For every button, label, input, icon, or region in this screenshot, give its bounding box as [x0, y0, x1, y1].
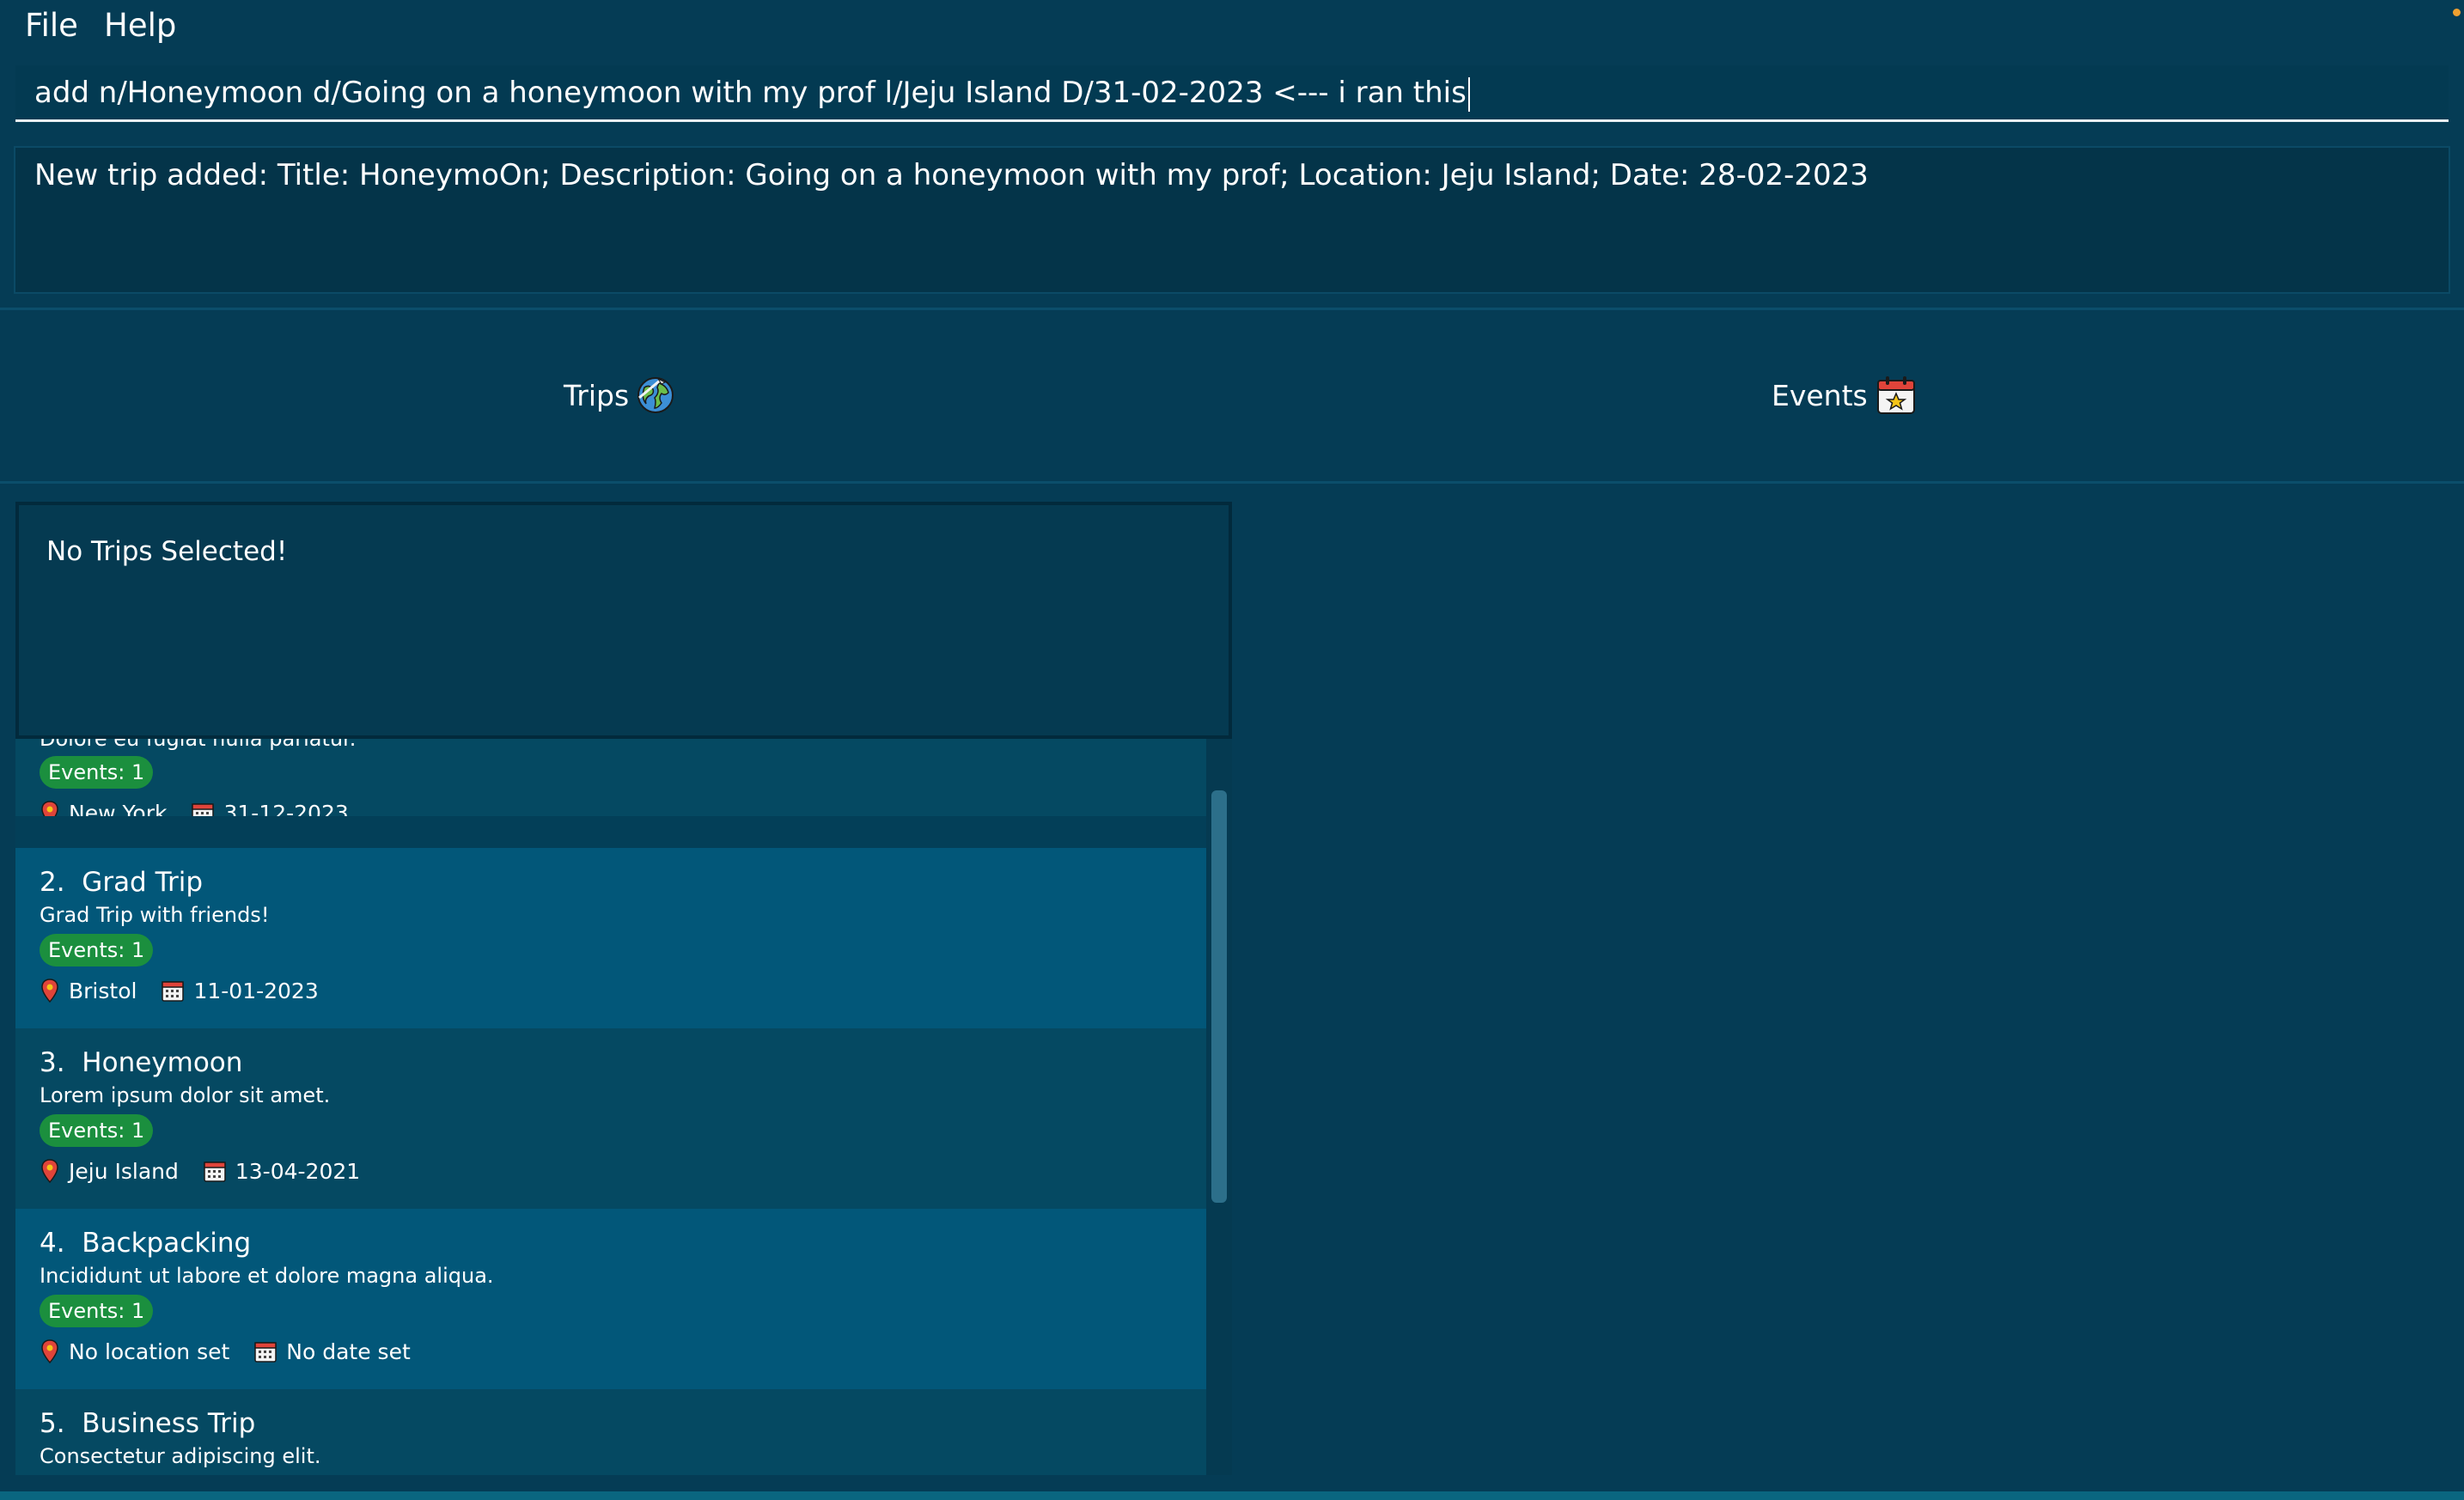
calendar-icon: [254, 1342, 278, 1363]
menu-help[interactable]: Help: [104, 7, 176, 44]
map-pin-icon: [41, 801, 58, 816]
bottom-border: [0, 1491, 2464, 1500]
trip-card[interactable]: 5. Business Trip Consectetur adipiscing …: [15, 1389, 1206, 1475]
trip-meta: No location set No date set: [40, 1336, 411, 1367]
trip-location: New York: [69, 800, 168, 817]
trip-location: Jeju Island: [69, 1158, 179, 1184]
trip-description: Grad Trip with friends!: [40, 903, 270, 927]
divider: [0, 481, 2464, 484]
command-text[interactable]: add n/Honeymoon d/Going on a honeymoon w…: [34, 76, 1470, 112]
trip-card[interactable]: 4. Backpacking Incididunt ut labore et d…: [15, 1209, 1206, 1389]
trip-description: Lorem ipsum dolor sit amet.: [40, 1083, 331, 1107]
trip-date: 11-01-2023: [193, 978, 319, 1003]
trip-description: Consectetur adipiscing elit.: [40, 1444, 321, 1468]
trip-meta: Jeju Island 13-04-2021: [40, 1155, 360, 1186]
menu-bar: File Help: [0, 0, 2464, 53]
trip-card[interactable]: Dolore eu fugiat nulla pariatur. Events:…: [15, 739, 1206, 816]
events-badge: Events: 1: [40, 1114, 154, 1147]
calendar-icon: [162, 981, 185, 1002]
map-pin-icon: [41, 979, 58, 1003]
trip-description: Dolore eu fugiat nulla pariatur.: [40, 739, 357, 751]
trip-date: 31-12-2023: [223, 800, 349, 817]
trip-list[interactable]: Dolore eu fugiat nulla pariatur. Events:…: [15, 739, 1232, 1475]
trip-location: No location set: [69, 1338, 230, 1364]
map-pin-icon: [41, 1339, 58, 1364]
command-input[interactable]: add n/Honeymoon d/Going on a honeymoon w…: [15, 65, 2449, 122]
tab-events-label: Events: [1772, 378, 1868, 412]
trip-location: Bristol: [69, 978, 137, 1003]
trip-details-panel: No Trips Selected!: [15, 502, 1232, 739]
divider: [0, 308, 2464, 310]
no-trip-selected-text: No Trips Selected!: [46, 536, 288, 567]
trip-title: 3. Honeymoon: [40, 1047, 243, 1078]
map-pin-icon: [41, 1159, 58, 1184]
menu-file[interactable]: File: [25, 7, 78, 44]
tab-trips-label: Trips: [564, 378, 630, 412]
trip-description: Incididunt ut labore et dolore magna ali…: [40, 1264, 494, 1288]
trip-title: 4. Backpacking: [40, 1228, 252, 1259]
trip-card[interactable]: 2. Grad Trip Grad Trip with friends! Eve…: [15, 848, 1206, 1028]
scrollbar-thumb[interactable]: [1211, 790, 1227, 1203]
result-display: New trip added: Title: HoneymoOn; Descri…: [14, 146, 2450, 294]
calendar-icon: [192, 803, 215, 816]
status-dot: [2453, 9, 2461, 16]
trip-card[interactable]: 3. Honeymoon Lorem ipsum dolor sit amet.…: [15, 1028, 1206, 1209]
tab-events[interactable]: Events: [1772, 371, 1918, 419]
tab-bar: Trips Events: [0, 311, 2464, 483]
globe-icon: [637, 377, 674, 413]
calendar-icon: [204, 1162, 226, 1182]
result-text: New trip added: Title: HoneymoOn; Descri…: [34, 158, 1869, 192]
events-badge: Events: 1: [40, 1295, 154, 1327]
command-value: add n/Honeymoon d/Going on a honeymoon w…: [34, 76, 1467, 110]
trip-meta: New York 31-12-2023: [40, 797, 349, 816]
trip-meta: Bristol 11-01-2023: [40, 975, 319, 1006]
trip-title: 5. Business Trip: [40, 1408, 256, 1439]
calendar-star-icon: [1876, 376, 1915, 414]
events-badge: Events: 1: [40, 756, 154, 789]
text-caret: [1467, 76, 1470, 112]
trip-date: No date set: [286, 1338, 411, 1364]
tab-trips[interactable]: Trips: [564, 371, 675, 419]
trip-title: 2. Grad Trip: [40, 867, 204, 898]
trip-date: 13-04-2021: [235, 1158, 361, 1184]
events-badge: Events: 1: [40, 934, 154, 966]
